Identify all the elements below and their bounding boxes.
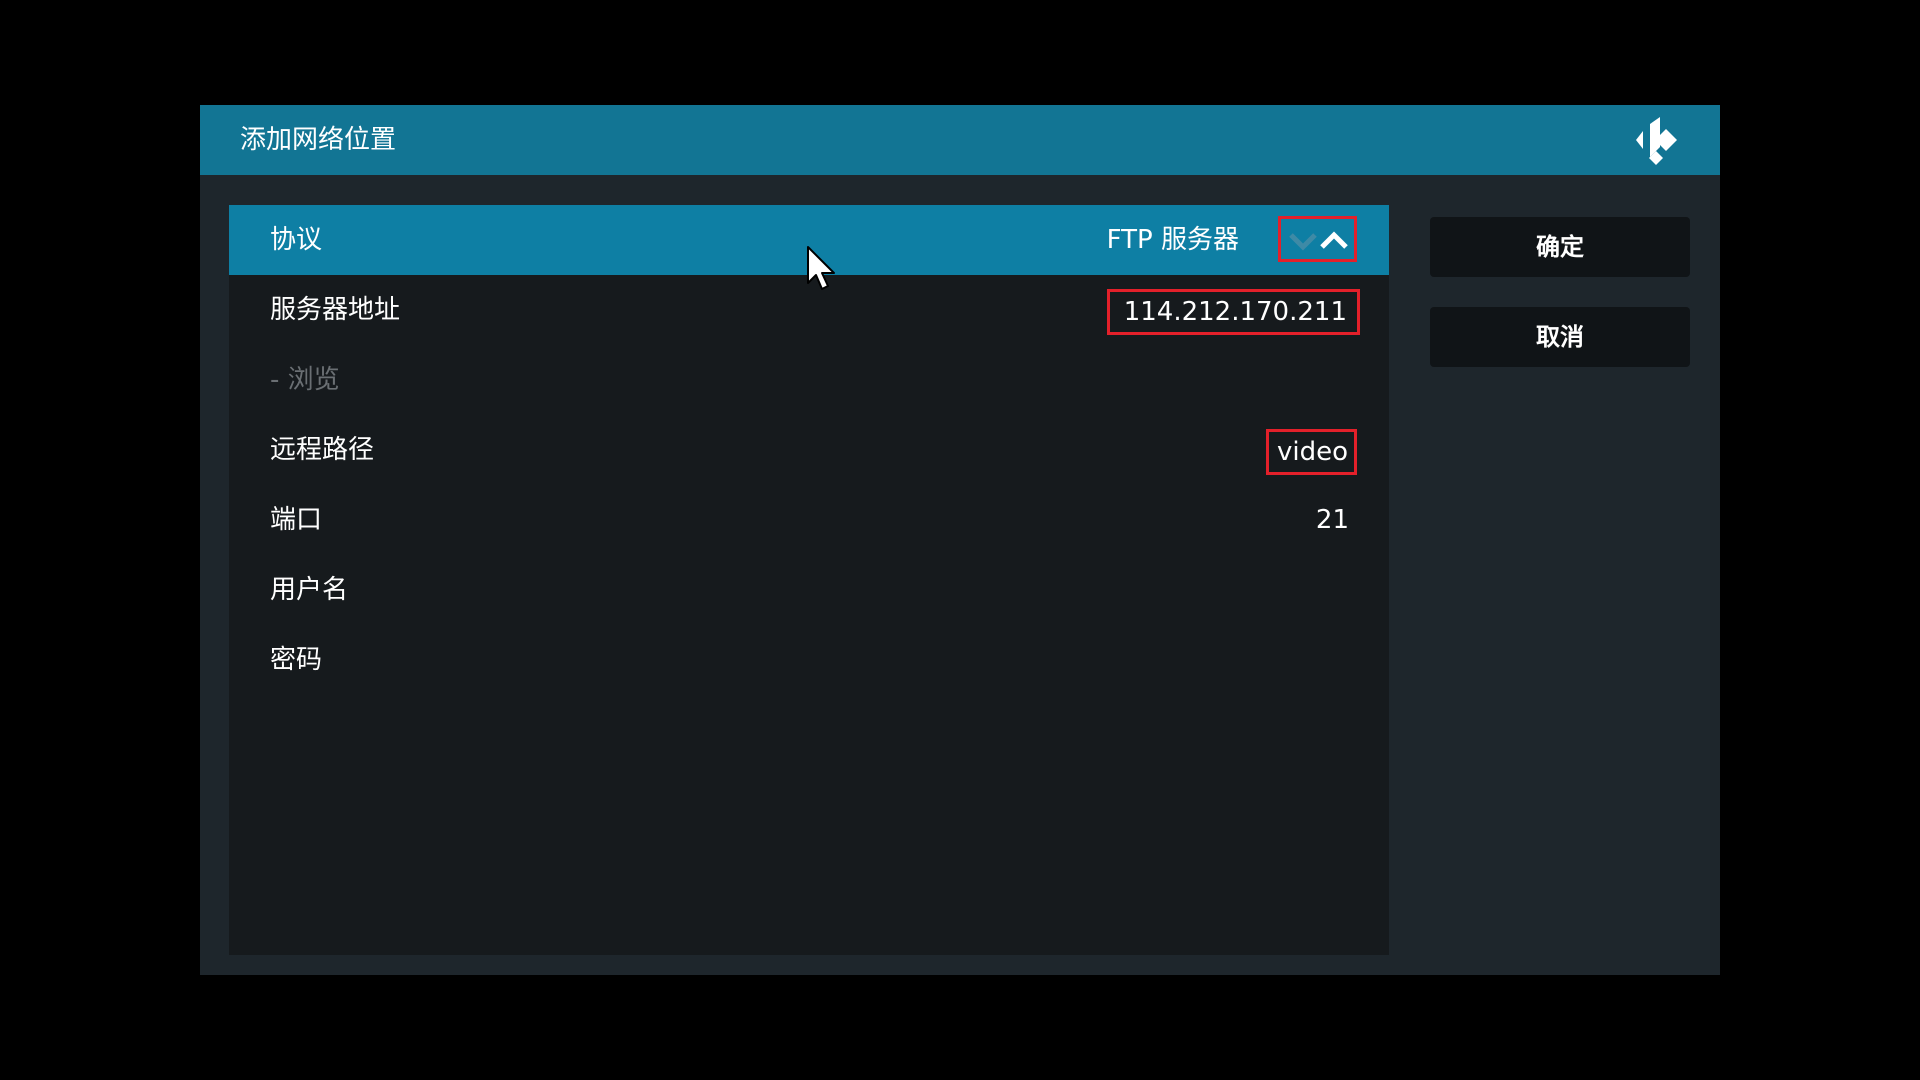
add-network-location-dialog: 添加网络位置 协议 FTP 服务器 服务器地址 114.212.170.211 … <box>200 105 1720 975</box>
setting-label-port: 端口 <box>270 505 323 535</box>
ok-button[interactable]: 确定 <box>1430 217 1690 277</box>
setting-row-browse: - 浏览 <box>229 345 1389 415</box>
setting-label-server-address: 服务器地址 <box>270 295 401 325</box>
setting-label-remote-path: 远程路径 <box>270 435 375 465</box>
settings-list: 协议 FTP 服务器 服务器地址 114.212.170.211 - 浏览 远程… <box>229 205 1389 955</box>
dialog-title: 添加网络位置 <box>240 125 397 155</box>
dialog-titlebar: 添加网络位置 <box>200 105 1720 175</box>
setting-label-password: 密码 <box>270 645 323 675</box>
chevron-down-icon[interactable] <box>1287 227 1319 253</box>
setting-label-browse: - 浏览 <box>270 365 340 395</box>
setting-label-username: 用户名 <box>270 575 349 605</box>
setting-row-remote-path[interactable]: 远程路径 video <box>229 415 1389 485</box>
setting-row-port[interactable]: 端口 21 <box>229 485 1389 555</box>
setting-label-protocol: 协议 <box>270 225 323 255</box>
chevron-up-icon[interactable] <box>1318 227 1350 253</box>
mouse-pointer-icon <box>807 246 835 290</box>
kodi-logo-icon <box>1636 117 1677 165</box>
server-address-value: 114.212.170.211 <box>1106 289 1360 335</box>
protocol-spinner[interactable] <box>1278 216 1357 262</box>
remote-path-value: video <box>1265 429 1357 475</box>
cancel-button[interactable]: 取消 <box>1430 307 1690 367</box>
protocol-value: FTP 服务器 <box>1106 225 1239 255</box>
port-value: 21 <box>1315 505 1349 535</box>
setting-row-password[interactable]: 密码 <box>229 625 1389 695</box>
setting-row-username[interactable]: 用户名 <box>229 555 1389 625</box>
